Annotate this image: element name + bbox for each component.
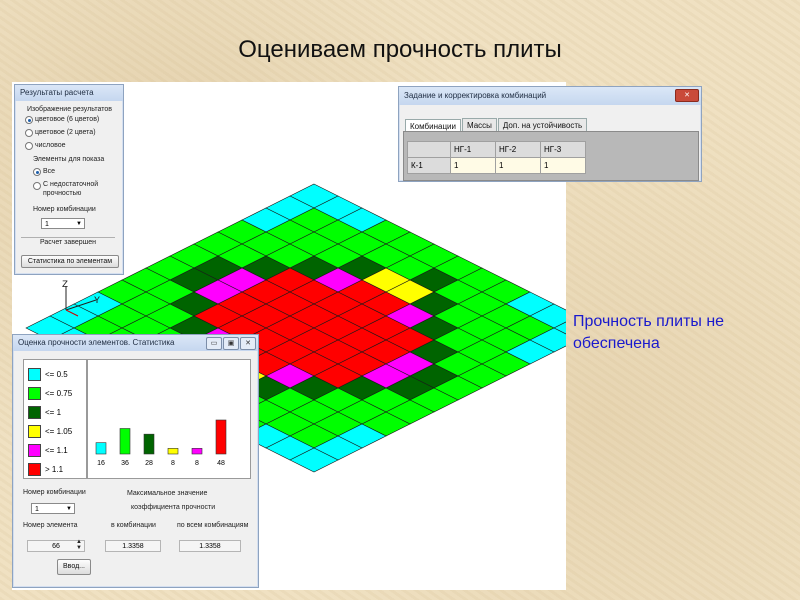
stats-window[interactable]: Оценка прочности элементов. Статистика ▭…	[12, 334, 259, 588]
legend-label: <= 0.75	[45, 389, 73, 399]
legend-swatch	[28, 444, 41, 458]
legend-label: <= 1.1	[45, 446, 68, 456]
histogram-bar	[119, 428, 131, 455]
legend-swatch	[28, 406, 41, 420]
cell-ng2[interactable]: 1	[495, 157, 541, 174]
combinations-window-title: Задание и корректировка комбинаций	[399, 87, 701, 105]
legend-label: <= 1	[45, 408, 62, 418]
max-value-label-2: коэффициента прочности	[131, 504, 216, 511]
image-mode-label: Изображение результатов	[27, 106, 112, 113]
element-number-value: 66	[52, 543, 60, 550]
in-combo-label: в комбинации	[111, 522, 156, 529]
all-combos-value-field: 1.3358	[179, 540, 241, 552]
stepper-icon[interactable]: ▲ ▼	[76, 539, 82, 551]
color2-label: цветовое (2 цвета)	[35, 129, 96, 136]
header-ng3: НГ-3	[540, 141, 586, 158]
table-row: К-1 1 1 1	[407, 157, 586, 174]
histogram-bar	[167, 448, 179, 455]
input-button[interactable]: Ввод...	[57, 559, 91, 575]
histogram-value-label: 48	[217, 460, 225, 467]
numeric-label: числовое	[35, 142, 66, 149]
all-elements-label: Все	[43, 168, 56, 175]
legend-label: > 1.1	[45, 465, 64, 475]
histogram-bar	[191, 448, 203, 455]
results-window-title: Результаты расчета	[15, 85, 123, 101]
numeric-radio[interactable]	[25, 142, 33, 150]
chevron-down-icon: ▼	[76, 221, 82, 227]
color2-radio[interactable]	[25, 129, 33, 137]
in-combo-value: 1.3358	[122, 543, 144, 550]
histogram-value-label: 28	[145, 460, 153, 467]
legend-item: <= 0.5	[28, 366, 68, 382]
all-elements-radio[interactable]	[33, 168, 41, 176]
stats-combo-label: Номер комбинации	[23, 489, 86, 496]
stats-combo-value: 1	[35, 506, 39, 513]
row-label: К-1	[407, 157, 451, 174]
histogram-value-label: 8	[171, 460, 175, 467]
stats-window-controls: ▭ ▣ ✕	[205, 337, 256, 355]
results-window[interactable]: Результаты расчета Изображение результат…	[14, 84, 124, 275]
combinations-table[interactable]: НГ-1 НГ-2 НГ-3 К-1 1 1 1	[407, 141, 586, 174]
close-icon[interactable]: ✕	[240, 337, 256, 350]
legend-swatch	[28, 425, 41, 439]
strength-histogram: 16 36 28 8 8 48	[87, 359, 251, 479]
chevron-down-icon: ▼	[66, 506, 72, 512]
combinations-tabs: Комбинации Массы Доп. на устойчивость	[405, 115, 588, 133]
elements-label: Элементы для показа	[33, 156, 105, 163]
legend-item: <= 0.75	[28, 385, 73, 401]
element-number-label: Номер элемента	[23, 522, 78, 529]
slide-title: Оцениваем прочность плиты	[238, 36, 562, 63]
minimize-icon[interactable]: ▭	[206, 337, 222, 350]
combo-number-label: Номер комбинации	[33, 206, 96, 213]
combinations-window-controls: ✕	[674, 89, 699, 107]
weak-elements-label-2: прочностью	[43, 190, 82, 197]
cell-ng3[interactable]: 1	[540, 157, 586, 174]
header-ng1: НГ-1	[450, 141, 496, 158]
weak-elements-radio[interactable]	[33, 182, 41, 190]
histogram-bar	[143, 433, 155, 455]
histogram-value-label: 16	[97, 460, 105, 467]
legend-item: > 1.1	[28, 461, 64, 477]
in-combo-value-field: 1.3358	[105, 540, 161, 552]
corner-cell	[407, 141, 451, 158]
legend-swatch	[28, 368, 41, 382]
legend-item: <= 1.05	[28, 423, 73, 439]
maximize-icon[interactable]: ▣	[223, 337, 239, 350]
histogram-value-label: 36	[121, 460, 129, 467]
color6-radio[interactable]	[25, 116, 33, 124]
y-axis-line	[65, 299, 97, 311]
weak-elements-label: С недостаточной	[43, 181, 99, 188]
x-axis-line	[65, 309, 79, 317]
y-axis-label: Y	[94, 296, 101, 307]
legend-item: <= 1.1	[28, 442, 68, 458]
all-combos-label: по всем комбинациям	[177, 522, 249, 529]
cell-ng1[interactable]: 1	[450, 157, 496, 174]
close-icon[interactable]: ✕	[675, 89, 699, 102]
legend-swatch	[28, 387, 41, 401]
legend-label: <= 1.05	[45, 427, 73, 437]
color-legend: <= 0.5 <= 0.75 <= 1 <= 1.05 <= 1.1 > 1.1	[23, 359, 87, 479]
combo-number-value: 1	[45, 221, 49, 228]
color6-label: цветовое (6 цветов)	[35, 116, 100, 123]
z-axis-label: Z	[62, 280, 69, 291]
max-value-label: Максимальное значение	[127, 490, 208, 497]
stats-combo-select[interactable]: 1 ▼	[31, 503, 75, 514]
all-combos-value: 1.3358	[199, 543, 221, 550]
element-stats-button[interactable]: Статистика по элементам	[21, 255, 119, 268]
strength-note: Прочность плиты не обеспечена	[573, 313, 725, 352]
header-ng2: НГ-2	[495, 141, 541, 158]
legend-label: <= 0.5	[45, 370, 68, 380]
histogram-svg: 16 36 28 8 8 48	[95, 419, 227, 467]
calc-status: Расчет завершен	[21, 237, 115, 248]
combinations-window[interactable]: Задание и корректировка комбинаций ✕ Ком…	[398, 86, 702, 182]
legend-swatch	[28, 463, 41, 477]
combo-number-select[interactable]: 1 ▼	[41, 218, 85, 229]
histogram-value-label: 8	[195, 460, 199, 467]
tab-stability[interactable]: Доп. на устойчивость	[497, 118, 588, 132]
legend-item: <= 1	[28, 404, 62, 420]
tab-masses[interactable]: Массы	[461, 118, 497, 132]
histogram-bar	[215, 419, 227, 455]
histogram-bar	[95, 442, 107, 455]
